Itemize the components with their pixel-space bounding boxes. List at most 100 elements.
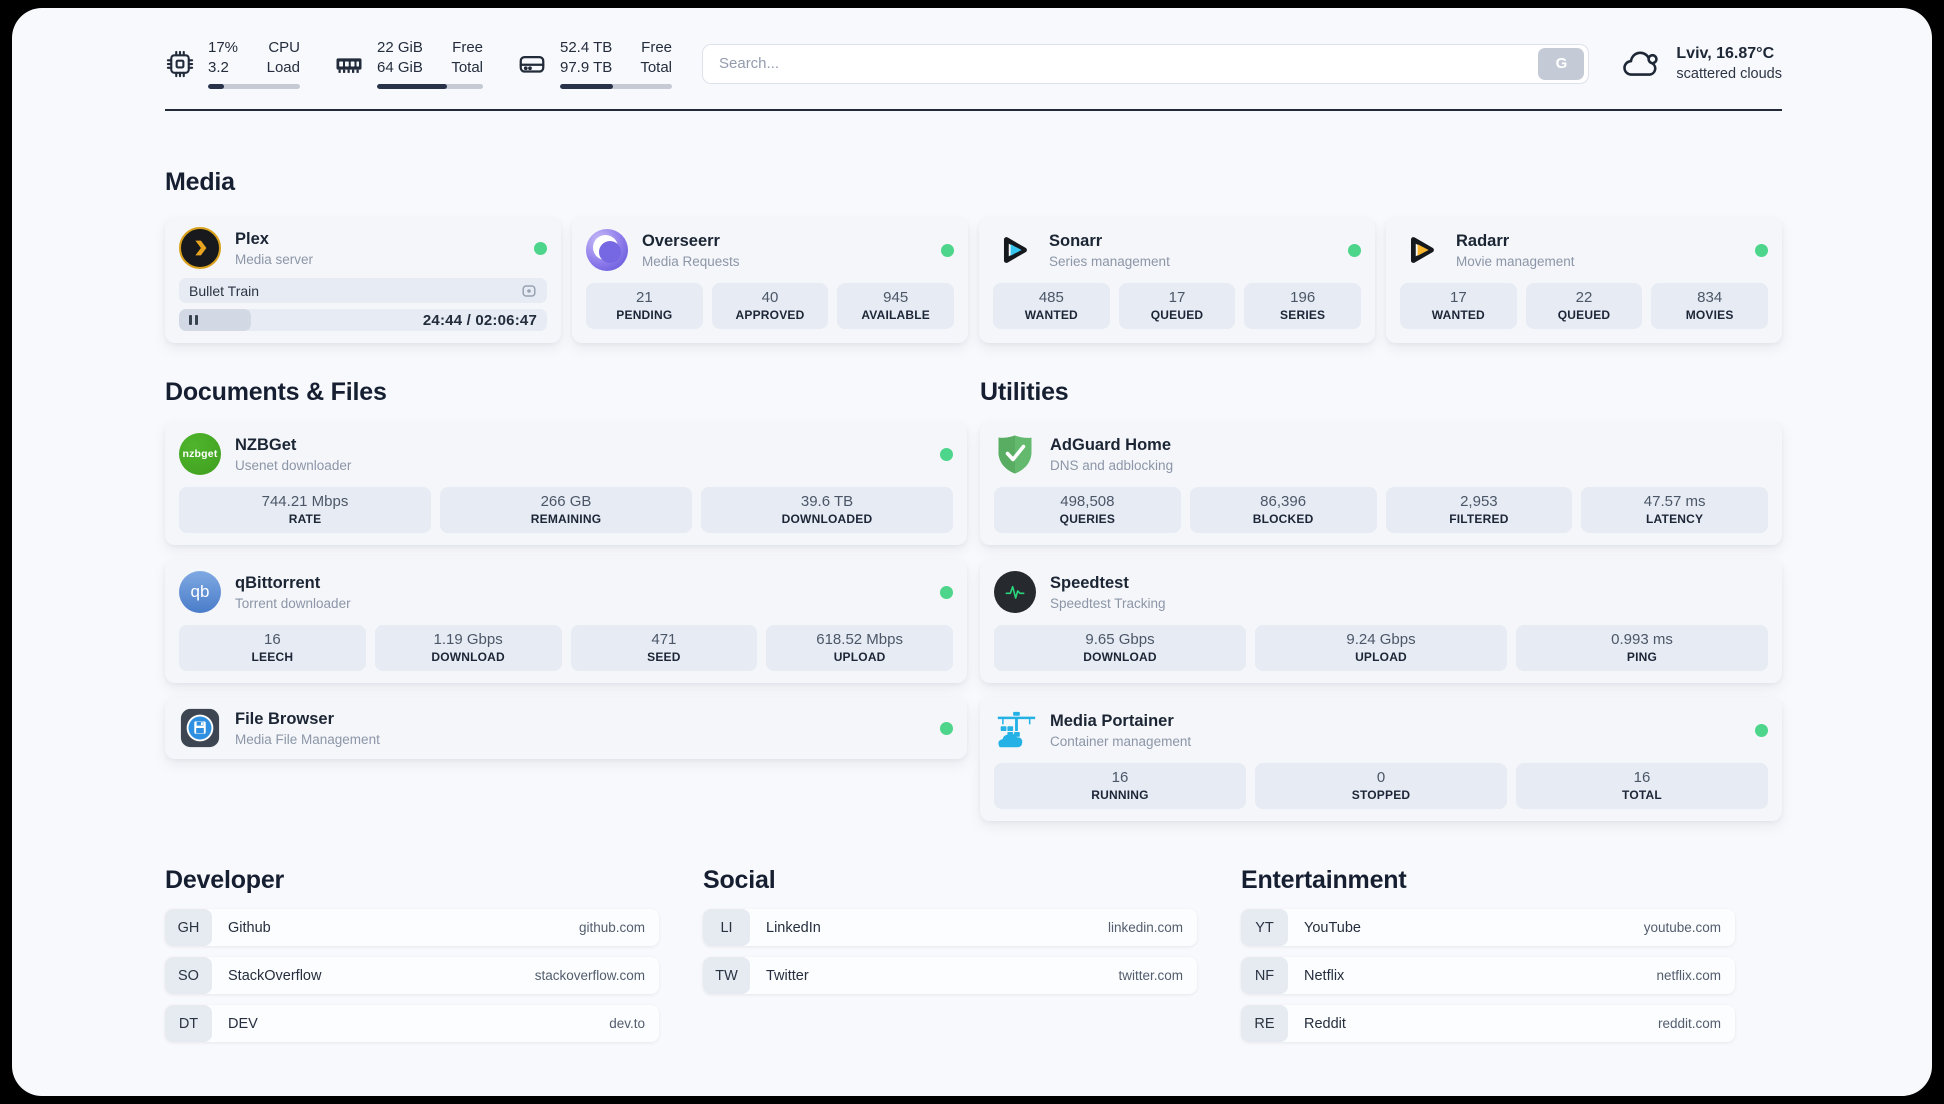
stat-value: 834 — [1697, 289, 1723, 306]
bookmark-row-stackoverflow[interactable]: SO StackOverflow stackoverflow.com — [165, 957, 659, 994]
session-icon[interactable] — [521, 283, 537, 299]
nzbget-icon: nzbget — [179, 433, 221, 475]
disk-total-label: Total — [640, 59, 672, 76]
bookmark-row-github[interactable]: GH Github github.com — [165, 909, 659, 946]
stat-box: 485 WANTED — [993, 283, 1110, 329]
stat-label: WANTED — [1024, 308, 1078, 322]
portainer-icon — [994, 709, 1036, 751]
stat-box: 16 LEECH — [179, 625, 366, 671]
status-dot — [1755, 723, 1768, 737]
stat-value: 86,396 — [1260, 493, 1307, 510]
app-title: Media Portainer — [1050, 711, 1174, 730]
stat-value: 16 — [264, 631, 281, 648]
bookmark-url: dev.to — [609, 1016, 645, 1031]
bookmark-row-linkedin[interactable]: LI LinkedIn linkedin.com — [703, 909, 1197, 946]
stat-box: 471 SEED — [570, 625, 758, 671]
bookmark-url: reddit.com — [1657, 1016, 1721, 1031]
app-subtitle: Media Requests — [642, 253, 740, 269]
bookmark-group-entertainment: Entertainment YT YouTube youtube.com NF … — [1241, 865, 1735, 1042]
bookmark-abbr: DT — [165, 1005, 212, 1042]
bookmark-row-twitter[interactable]: TW Twitter twitter.com — [703, 957, 1197, 994]
section-title-developer: Developer — [165, 866, 285, 894]
app-title: Sonarr — [1049, 231, 1103, 250]
bookmark-name: Reddit — [1304, 1015, 1346, 1032]
stat-box: 16 TOTAL — [1516, 763, 1768, 809]
app-card-adguard[interactable]: AdGuard Home DNS and adblocking 498,508 … — [980, 421, 1782, 545]
cpu-load-label: Load — [266, 59, 300, 76]
app-card-nzbget[interactable]: nzbget NZBGet Usenet downloader 744.21 M… — [165, 421, 967, 545]
disk-icon — [519, 55, 545, 73]
bookmark-name: YouTube — [1304, 919, 1361, 936]
qbittorrent-icon: qb — [179, 571, 221, 613]
app-subtitle: Series management — [1049, 253, 1170, 269]
bookmark-name: DEV — [228, 1015, 258, 1032]
plex-icon — [179, 227, 221, 269]
stat-box: 47.57 ms LATENCY — [1581, 487, 1768, 533]
bookmark-row-reddit[interactable]: RE Reddit reddit.com — [1241, 1005, 1735, 1042]
now-playing-row: Bullet Train — [179, 278, 547, 303]
stat-value: 9.65 Gbps — [1085, 631, 1155, 648]
stat-label: LEECH — [251, 650, 294, 664]
bookmark-row-youtube[interactable]: YT YouTube youtube.com — [1241, 909, 1735, 946]
bookmark-name: Github — [228, 919, 271, 936]
memory-free-label: Free — [452, 39, 483, 56]
status-dot — [940, 447, 953, 461]
stat-value: 0 — [1376, 769, 1386, 786]
stat-value: 17 — [1449, 289, 1467, 306]
app-card-qbittorrent[interactable]: qb qBittorrent Torrent downloader 16 LEE… — [165, 559, 967, 683]
cpu-load: 3.2 — [208, 59, 229, 76]
stat-box: 17 WANTED — [1400, 283, 1517, 329]
bookmark-abbr: YT — [1241, 909, 1288, 946]
stat-label: RUNNING — [1091, 788, 1149, 802]
stat-value: 0.993 ms — [1611, 631, 1673, 648]
bookmark-row-netflix[interactable]: NF Netflix netflix.com — [1241, 957, 1735, 994]
app-subtitle: Media server — [235, 251, 314, 267]
app-subtitle: DNS and adblocking — [1050, 457, 1174, 473]
search-input[interactable] — [702, 43, 1590, 84]
bookmark-name: LinkedIn — [766, 919, 821, 936]
stat-label: REMAINING — [530, 512, 602, 526]
stat-value: 471 — [651, 631, 677, 648]
bookmark-url: netflix.com — [1656, 968, 1721, 983]
stat-box: 2,953 FILTERED — [1385, 487, 1573, 533]
bookmark-abbr: NF — [1241, 957, 1288, 994]
stat-value: 21 — [635, 289, 653, 306]
playback-row: 24:44 / 02:06:47 — [179, 309, 547, 331]
bookmark-url: stackoverflow.com — [534, 968, 645, 983]
app-card-overseerr[interactable]: Overseerr Media Requests 21 PENDING 40 A… — [572, 217, 968, 343]
stat-label: PING — [1626, 650, 1658, 664]
cpu-label: CPU — [268, 39, 300, 56]
stat-value: 47.57 ms — [1643, 493, 1706, 510]
bookmark-row-dev[interactable]: DT DEV dev.to — [165, 1005, 659, 1042]
pause-button[interactable] — [189, 315, 198, 325]
now-playing-title: Bullet Train — [189, 282, 260, 299]
memory-metric: 22 GiB 64 GiB Free Total — [334, 38, 483, 89]
stat-label: PENDING — [616, 308, 673, 322]
stat-label: SERIES — [1280, 308, 1326, 322]
stat-box: 266 GB REMAINING — [440, 487, 692, 533]
app-card-portainer[interactable]: Media Portainer Container management 16 … — [980, 697, 1782, 821]
memory-total-label: Total — [451, 59, 483, 76]
stat-value: 1.19 Gbps — [433, 631, 503, 648]
app-card-sonarr[interactable]: Sonarr Series management 485 WANTED 17 Q… — [979, 217, 1375, 343]
system-metrics: 17% 3.2 CPU Load 22 GiB 64 GiB Free Tota… — [165, 38, 672, 89]
stat-value: 9.24 Gbps — [1346, 631, 1416, 648]
stat-value: 16 — [1633, 769, 1651, 786]
app-title: Speedtest — [1050, 573, 1129, 592]
app-card-radarr[interactable]: Radarr Movie management 17 WANTED 22 QUE… — [1386, 217, 1782, 343]
app-card-filebrowser[interactable]: File Browser Media File Management — [165, 697, 967, 759]
stat-label: LATENCY — [1646, 512, 1704, 526]
bookmark-abbr: LI — [703, 909, 750, 946]
google-search-button[interactable]: G — [1538, 47, 1585, 80]
overseerr-icon — [586, 229, 628, 271]
radarr-icon — [1400, 229, 1442, 271]
bookmark-abbr: GH — [165, 909, 212, 946]
app-card-speedtest[interactable]: Speedtest Speedtest Tracking 9.65 Gbps D… — [980, 559, 1782, 683]
bookmark-url: youtube.com — [1643, 920, 1721, 935]
stat-box: 21 PENDING — [586, 283, 703, 329]
memory-progress-bar — [377, 84, 483, 89]
stat-label: FILTERED — [1449, 512, 1509, 526]
playback-time: 24:44 / 02:06:47 — [422, 311, 537, 329]
stat-box: 744.21 Mbps RATE — [179, 487, 431, 533]
app-card-plex[interactable]: Plex Media server Bullet Train 24:44 / 0… — [165, 217, 561, 343]
